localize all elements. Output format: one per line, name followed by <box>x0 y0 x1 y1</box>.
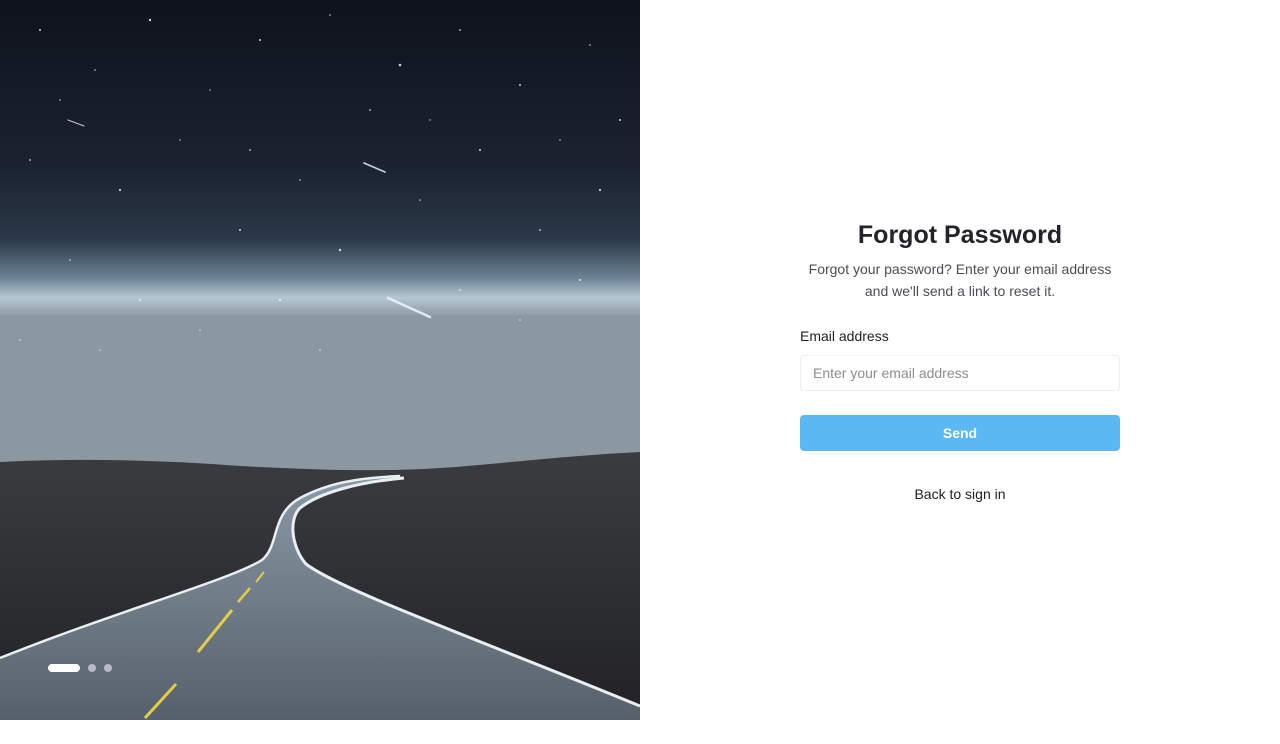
forgot-password-form: Forgot Password Forgot your password? En… <box>800 218 1120 503</box>
carousel-dot-3[interactable] <box>104 664 112 672</box>
carousel-indicator <box>48 664 112 672</box>
hero-image-panel <box>0 0 640 720</box>
forgot-password-page: Forgot Password Forgot your password? En… <box>0 0 1280 744</box>
page-subtitle: Forgot your password? Enter your email a… <box>808 261 1112 299</box>
send-button[interactable]: Send <box>800 415 1120 451</box>
email-field[interactable] <box>801 356 1119 390</box>
back-to-sign-in-link[interactable]: Back to sign in <box>800 485 1120 503</box>
carousel-dot-1[interactable] <box>48 664 80 672</box>
carousel-dot-2[interactable] <box>88 664 96 672</box>
night-road-photo <box>0 0 640 720</box>
page-title: Forgot Password <box>857 221 1063 249</box>
email-field-wrapper <box>800 355 1120 391</box>
email-label: Email address <box>800 328 889 344</box>
